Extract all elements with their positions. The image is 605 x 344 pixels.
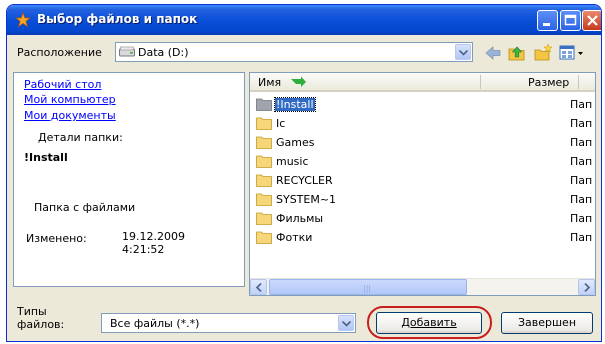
finish-button[interactable]: Завершен (501, 312, 593, 334)
file-type: Пап (570, 212, 593, 225)
close-icon (587, 15, 598, 26)
folder-icon (256, 193, 272, 206)
file-name: RECYCLER (276, 174, 333, 187)
folder-icon (256, 98, 272, 111)
link-my-computer[interactable]: Мой компьютер (24, 93, 116, 106)
maximize-button[interactable] (560, 10, 581, 31)
view-menu-icon[interactable] (558, 43, 586, 63)
minimize-icon (543, 23, 550, 26)
file-type: Пап (570, 98, 593, 111)
file-types-dropdown[interactable]: Все файлы (*.*) (101, 313, 356, 333)
file-row[interactable]: Фотки Пап (250, 228, 595, 247)
chevron-down-icon (459, 50, 468, 56)
scroll-left-button[interactable] (250, 279, 267, 295)
chevron-down-icon (342, 321, 351, 327)
scroll-right-button[interactable] (578, 279, 595, 295)
file-name: Games (276, 136, 315, 149)
folder-icon (256, 117, 272, 130)
column-size[interactable]: Размер (528, 76, 569, 89)
file-row[interactable]: !Install Пап (250, 95, 595, 114)
link-my-documents[interactable]: Мои документы (24, 109, 116, 122)
file-type: Пап (570, 136, 593, 149)
location-bar: Расположение Data (D:) (13, 41, 597, 65)
location-dropdown[interactable]: Data (D:) (115, 42, 473, 62)
file-row[interactable]: Фильмы Пап (250, 209, 595, 228)
link-desktop[interactable]: Рабочий стол (24, 78, 101, 91)
column-name[interactable]: Имя (258, 76, 281, 89)
modified-time: 4:21:52 (122, 243, 165, 256)
file-row[interactable]: RECYCLER Пап (250, 171, 595, 190)
up-folder-icon[interactable] (507, 43, 527, 63)
location-dropdown-button[interactable] (455, 44, 471, 60)
location-value: Data (D:) (138, 46, 189, 59)
file-type: Пап (570, 193, 593, 206)
file-row[interactable]: Ic Пап (250, 114, 595, 133)
details-folder-type: Папка с файлами (34, 201, 136, 214)
file-name: Ic (276, 117, 286, 130)
file-types-label: Типы файлов: (17, 305, 65, 331)
window-title: Выбор файлов и папок (37, 12, 198, 26)
new-folder-icon[interactable] (533, 43, 553, 63)
file-chooser-dialog: Выбор файлов и папок Расположение Data (… (6, 4, 602, 342)
modified-date: 19.12.2009 (122, 230, 185, 243)
folder-icon (256, 231, 272, 244)
scrollbar-thumb[interactable]: ||| (269, 279, 467, 295)
bottom-bar: Типы файлов: Все файлы (*.*) Добавить За… (13, 301, 597, 341)
app-star-icon (15, 12, 31, 28)
file-name: Фильмы (276, 212, 324, 225)
location-label: Расположение (17, 46, 102, 59)
folder-icon (256, 155, 272, 168)
drive-icon (119, 46, 135, 57)
details-label: Детали папки: (38, 131, 123, 144)
highlight-ring (367, 306, 492, 339)
close-button[interactable] (582, 10, 601, 31)
modified-label: Изменено: (26, 232, 87, 245)
file-name: SYSTEM~1 (276, 193, 337, 206)
details-folder-name: !Install (24, 151, 68, 164)
file-types-value: Все файлы (*.*) (110, 317, 200, 330)
maximize-icon (564, 14, 577, 26)
file-type: Пап (570, 117, 593, 130)
file-types-dropdown-button[interactable] (338, 315, 354, 331)
sort-arrow-icon (291, 76, 306, 87)
minimize-button[interactable] (537, 10, 558, 31)
title-bar[interactable]: Выбор файлов и папок (7, 5, 601, 35)
folder-icon (256, 174, 272, 187)
file-list[interactable]: Имя Размер !Install Пап Ic Пап Games Пап… (249, 72, 596, 296)
places-pane: Рабочий стол Мой компьютер Мои документы… (13, 72, 245, 287)
chevron-left-icon (255, 283, 262, 292)
back-icon[interactable] (483, 43, 503, 63)
horizontal-scrollbar[interactable]: ||| (250, 278, 595, 295)
grip-icon: ||| (363, 284, 372, 293)
file-name: Фотки (276, 231, 313, 244)
chevron-right-icon (584, 283, 591, 292)
folder-icon (256, 212, 272, 225)
file-type: Пап (570, 174, 593, 187)
column-divider[interactable] (578, 75, 579, 89)
file-row[interactable]: Games Пап (250, 133, 595, 152)
column-divider[interactable] (480, 75, 481, 89)
file-type: Пап (570, 231, 593, 244)
file-row[interactable]: SYSTEM~1 Пап (250, 190, 595, 209)
file-name: !Install (274, 97, 316, 112)
file-name: music (276, 155, 309, 168)
folder-icon (256, 136, 272, 149)
file-row[interactable]: music Пап (250, 152, 595, 171)
file-type: Пап (570, 155, 593, 168)
file-list-header: Имя Размер (250, 73, 595, 92)
